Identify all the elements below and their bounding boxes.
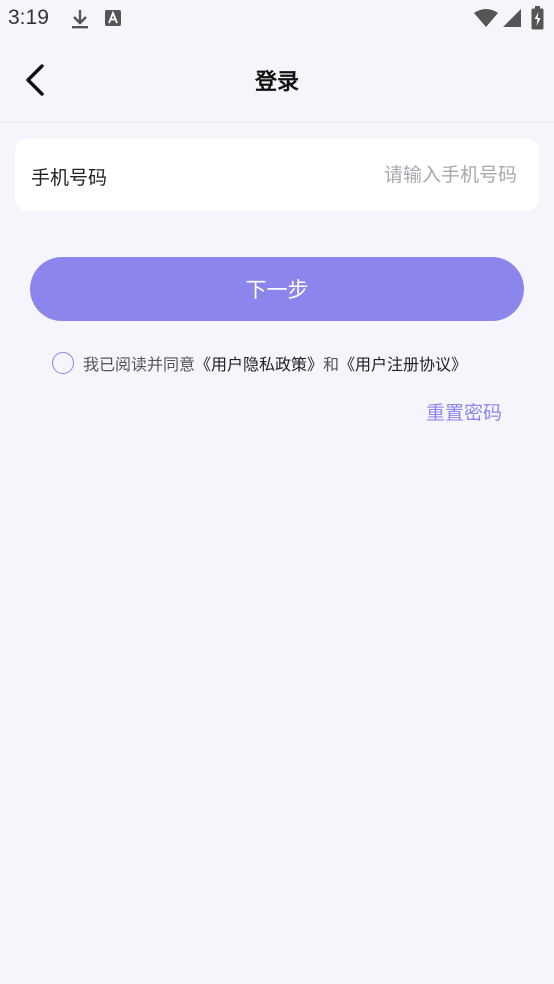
- status-bar: 3:19: [0, 0, 554, 38]
- wifi-icon: [474, 9, 498, 27]
- phone-input-card: 手机号码: [15, 139, 539, 211]
- user-agreement-link[interactable]: 《用户注册协议》: [339, 351, 467, 375]
- agree-checkbox[interactable]: [52, 352, 74, 374]
- privacy-policy-link[interactable]: 《用户隐私政策》: [195, 351, 323, 375]
- phone-label: 手机号码: [31, 167, 108, 189]
- next-step-button[interactable]: 下一步: [30, 257, 524, 321]
- agreement-conjunction: 和: [323, 355, 340, 374]
- battery-charging-icon: [531, 6, 544, 30]
- download-icon: [72, 10, 88, 29]
- phone-input[interactable]: [155, 153, 517, 197]
- agreement-prefix: 我已阅读并同意: [83, 355, 196, 374]
- login-screen: 3:19 登录 手机号码 请输入手机号码 下一步 我已阅读并同意 《用户隐私政策…: [0, 0, 554, 984]
- page-title: 登录: [254, 70, 299, 95]
- signal-icon: [503, 9, 521, 27]
- reset-password-link[interactable]: 重置密码: [426, 398, 502, 425]
- agreement-row: 我已阅读并同意 《用户隐私政策》 和 《用户注册协议》: [52, 350, 467, 376]
- status-time: 3:19: [8, 6, 49, 29]
- text-a-icon: [105, 10, 121, 26]
- header: 登录: [0, 38, 554, 123]
